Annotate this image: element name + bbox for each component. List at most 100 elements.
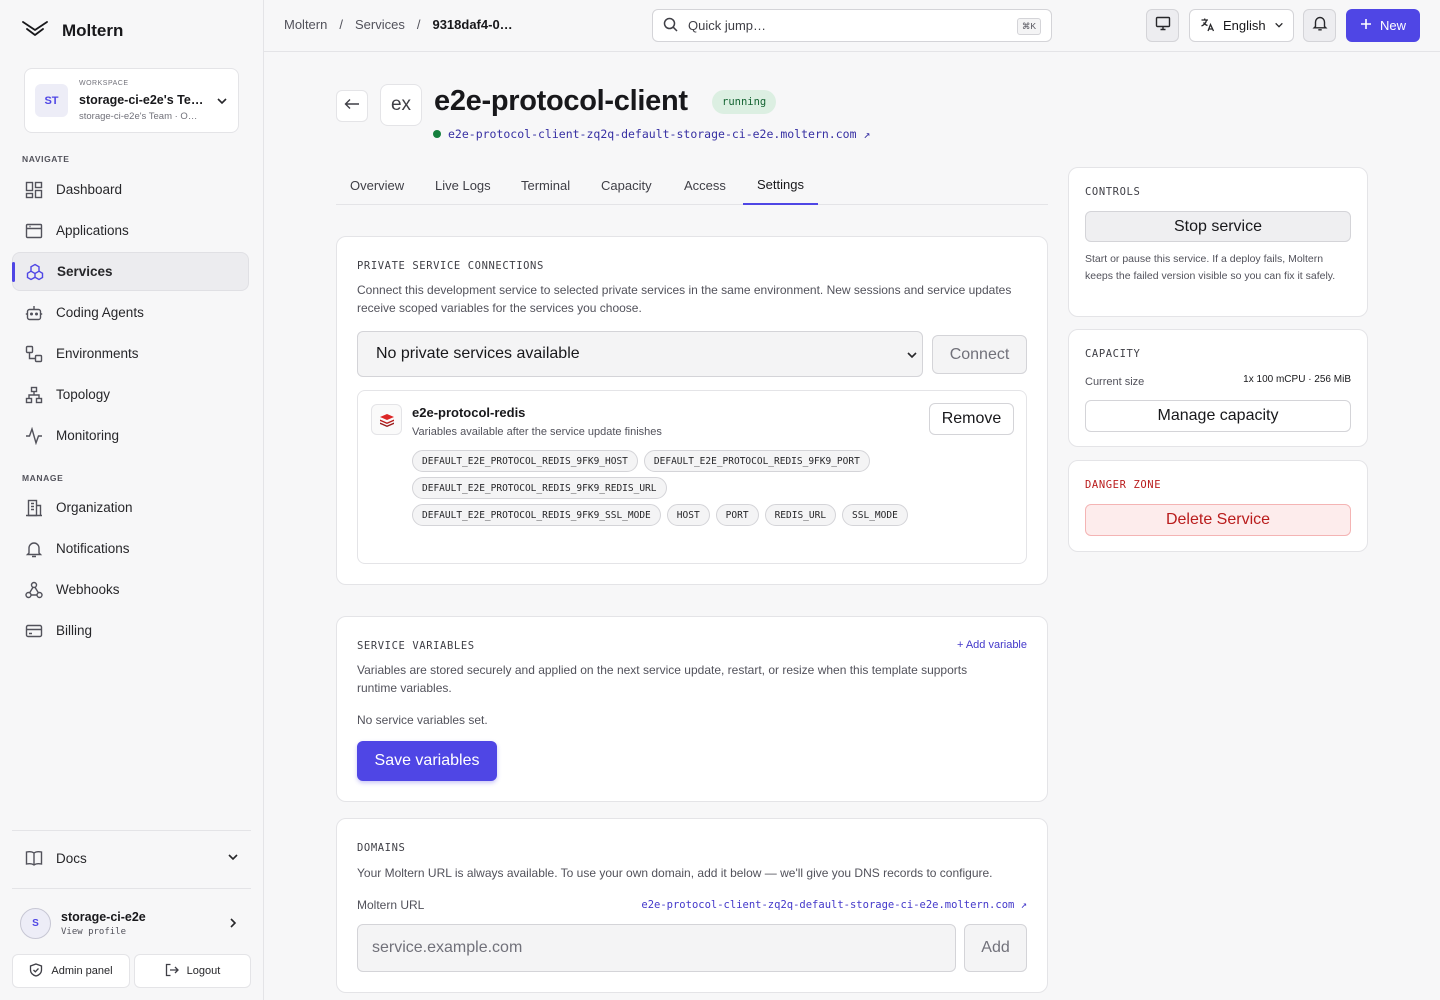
brand[interactable]: Moltern	[22, 18, 123, 44]
topology-icon	[24, 385, 44, 405]
topbar: Moltern / Services / 9318daf4-0… Quick j…	[264, 0, 1440, 52]
chevron-right-icon	[227, 916, 239, 934]
arrow-left-icon	[344, 97, 360, 115]
workspace-switcher[interactable]: ST WORKSPACE storage-ci-e2e's Te… storag…	[24, 68, 239, 133]
service-url-link[interactable]: e2e-protocol-client-zq2q-default-storage…	[448, 127, 870, 141]
breadcrumb-current: 9318daf4-0…	[432, 17, 513, 32]
sidebar: Moltern ST WORKSPACE storage-ci-e2e's Te…	[0, 0, 264, 1000]
sidebar-item-applications[interactable]: Applications	[12, 211, 249, 250]
divider	[12, 888, 251, 889]
tab-terminal[interactable]: Terminal	[507, 168, 584, 205]
moltern-logo-icon	[22, 20, 48, 43]
notifications-button[interactable]	[1303, 9, 1336, 42]
admin-panel-button[interactable]: Admin panel	[12, 954, 130, 988]
display-toggle-button[interactable]	[1146, 9, 1179, 42]
credit-card-icon	[24, 621, 44, 641]
variable-chip: HOST	[666, 504, 710, 526]
profile-link[interactable]: S storage-ci-e2e View profile	[12, 900, 249, 944]
nav-section-manage: MANAGE	[22, 473, 64, 483]
logout-button[interactable]: Logout	[134, 954, 251, 988]
section-heading: CONTROLS	[1085, 186, 1141, 198]
tab-overview[interactable]: Overview	[336, 168, 418, 205]
tab-live-logs[interactable]: Live Logs	[421, 168, 505, 205]
variable-chip: DEFAULT_E2E_PROTOCOL_REDIS_9FK9_REDIS_UR…	[412, 477, 667, 499]
new-button[interactable]: New	[1346, 9, 1420, 42]
bell-icon	[1312, 15, 1328, 36]
building-icon	[24, 498, 44, 518]
sidebar-item-dashboard[interactable]: Dashboard	[12, 170, 249, 209]
chevron-down-icon	[216, 94, 228, 112]
sidebar-item-webhooks[interactable]: Webhooks	[12, 570, 249, 609]
service-url[interactable]: e2e-protocol-client-zq2q-default-storage…	[433, 127, 870, 141]
activity-icon	[24, 426, 44, 446]
nav-section-navigate: NAVIGATE	[22, 154, 70, 164]
connect-button[interactable]: Connect	[932, 335, 1027, 374]
quick-jump-search[interactable]: Quick jump… ⌘K	[652, 9, 1052, 42]
tab-access[interactable]: Access	[670, 168, 740, 205]
logout-icon	[165, 963, 179, 980]
manage-capacity-button[interactable]: Manage capacity	[1085, 400, 1351, 432]
sidebar-item-coding-agents[interactable]: Coding Agents	[12, 293, 249, 332]
section-description: Variables are stored securely and applie…	[357, 663, 968, 695]
divider	[12, 830, 251, 831]
delete-service-button[interactable]: Delete Service	[1085, 504, 1351, 536]
dashboard-icon	[24, 180, 44, 200]
add-variable-link[interactable]: + Add variable	[957, 639, 1027, 651]
variable-chip: DEFAULT_E2E_PROTOCOL_REDIS_9FK9_SSL_MODE	[412, 504, 661, 526]
language-label: English	[1223, 18, 1266, 33]
variable-chip: DEFAULT_E2E_PROTOCOL_REDIS_9FK9_PORT	[643, 450, 870, 472]
breadcrumb-separator: /	[339, 17, 343, 32]
breadcrumb-root[interactable]: Moltern	[284, 17, 327, 32]
variable-chip: SSL_MODE	[842, 504, 908, 526]
sidebar-item-services[interactable]: Services	[12, 252, 249, 291]
moltern-url-link[interactable]: e2e-protocol-client-zq2q-default-storage…	[641, 899, 1027, 911]
moltern-url-label: Moltern URL	[357, 898, 425, 912]
bell-icon	[24, 539, 44, 559]
custom-domain-input[interactable]: service.example.com	[357, 924, 956, 972]
docs-toggle[interactable]: Docs	[12, 840, 249, 876]
avatar: S	[20, 908, 51, 939]
sidebar-item-organization[interactable]: Organization	[12, 488, 249, 527]
plus-icon	[1360, 18, 1372, 33]
remove-button[interactable]: Remove	[929, 403, 1014, 435]
section-description: Connect this development service to sele…	[357, 283, 1012, 315]
admin-panel-label: Admin panel	[51, 965, 113, 977]
sidebar-item-label: Applications	[56, 223, 129, 238]
profile-sub: View profile	[61, 927, 127, 937]
stop-service-button[interactable]: Stop service	[1085, 211, 1351, 242]
logout-label: Logout	[186, 965, 221, 977]
sidebar-item-environments[interactable]: Environments	[12, 334, 249, 373]
tab-capacity[interactable]: Capacity	[587, 168, 666, 205]
sidebar-item-label: Notifications	[56, 541, 130, 556]
section-heading: DOMAINS	[357, 842, 406, 854]
domains-card: DOMAINS Your Moltern URL is always avail…	[336, 818, 1048, 993]
language-select[interactable]: English	[1189, 9, 1294, 42]
capacity-card: CAPACITY Current size 1x 100 mCPU · 256 …	[1068, 329, 1368, 447]
tab-settings[interactable]: Settings	[743, 168, 818, 205]
status-dot	[433, 130, 441, 138]
shield-check-icon	[29, 962, 43, 980]
section-heading: SERVICE VARIABLES	[357, 640, 475, 652]
shortcut-hint: ⌘K	[1016, 18, 1041, 35]
connection-name: e2e-protocol-redis	[412, 405, 526, 420]
workspace-sub: storage-ci-e2e's Team · O…	[79, 111, 198, 122]
sidebar-item-topology[interactable]: Topology	[12, 375, 249, 414]
sidebar-item-label: Organization	[56, 500, 133, 515]
redis-icon	[371, 404, 402, 435]
sidebar-item-billing[interactable]: Billing	[12, 611, 249, 650]
sidebar-item-notifications[interactable]: Notifications	[12, 529, 249, 568]
sidebar-item-monitoring[interactable]: Monitoring	[12, 416, 249, 455]
breadcrumb-services[interactable]: Services	[355, 17, 405, 32]
private-service-select[interactable]: No private services available	[357, 331, 923, 377]
add-domain-button[interactable]: Add	[964, 924, 1027, 972]
back-button[interactable]	[336, 90, 368, 122]
save-variables-button[interactable]: Save variables	[357, 741, 497, 781]
chip-row-break	[673, 477, 873, 499]
docs-label: Docs	[56, 850, 87, 866]
section-heading: DANGER ZONE	[1085, 479, 1162, 491]
breadcrumb-separator: /	[416, 17, 421, 32]
workspace-name: storage-ci-e2e's Te…	[79, 93, 204, 107]
current-size-label: Current size	[1085, 376, 1145, 388]
variable-chip: PORT	[715, 504, 759, 526]
chevron-down-icon	[906, 348, 918, 366]
